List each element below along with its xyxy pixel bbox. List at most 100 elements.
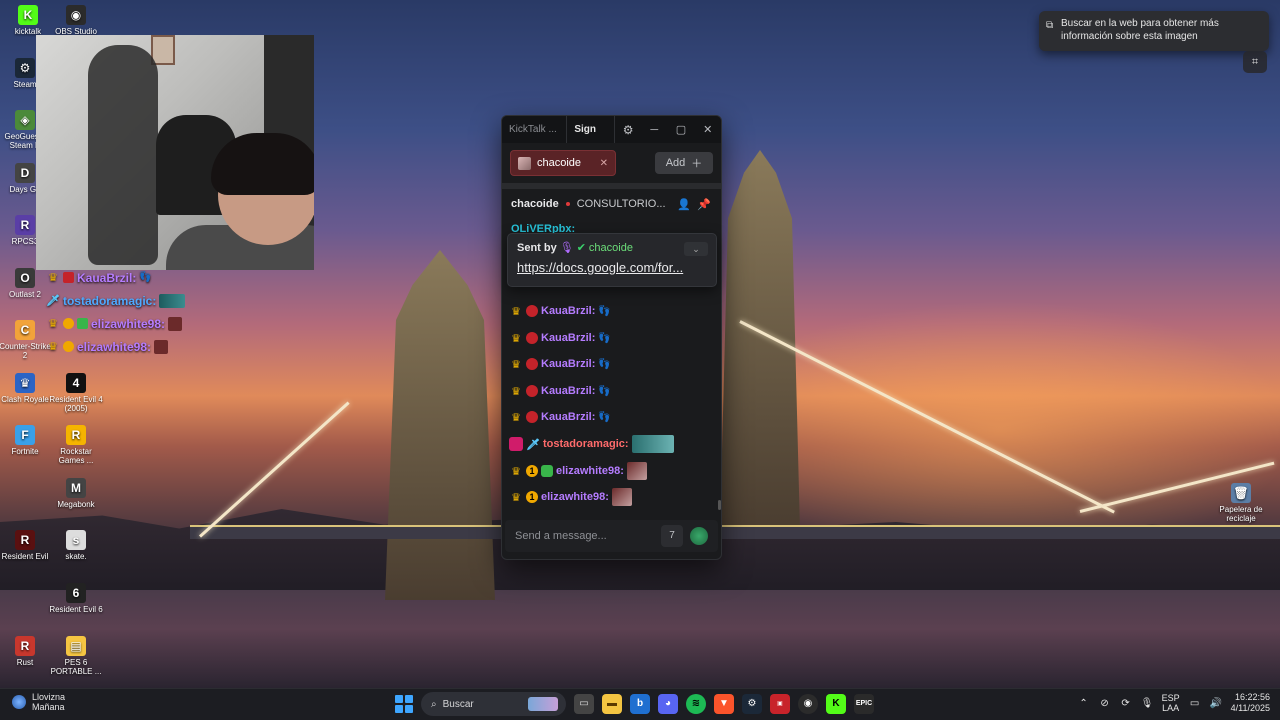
- chat-username[interactable]: elizawhite98:: [541, 491, 609, 503]
- pin-icon[interactable]: 📌: [696, 198, 712, 211]
- message-input[interactable]: Send a message...: [515, 530, 607, 542]
- chat-message[interactable]: ♛ KauaBrzil: 👣: [509, 407, 611, 427]
- discord-icon[interactable]: ◕: [658, 694, 678, 714]
- desktop-icon-label: PES 6 PORTABLE ...: [50, 658, 102, 676]
- app-title: KickTalk ...: [509, 124, 557, 135]
- chat-message[interactable]: ♛ KauaBrzil: 👣: [509, 354, 611, 374]
- taskbar-search-box[interactable]: ⌕ Buscar: [421, 692, 566, 716]
- desktop-icon[interactable]: ♛ Clash Royale: [0, 373, 53, 404]
- chat-username[interactable]: KauaBrzil:: [541, 411, 595, 423]
- desktop-icon[interactable]: R Rockstar Games ...: [48, 425, 104, 465]
- obs-icon[interactable]: ◉: [798, 694, 818, 714]
- app-icon: K: [18, 5, 38, 25]
- desktop-icon[interactable]: 6 Resident Evil 6: [48, 583, 104, 614]
- microphone-icon[interactable]: 🎙: [1141, 698, 1154, 709]
- desktop-icon[interactable]: 🗑 Papelera de reciclaje: [1213, 483, 1269, 523]
- desktop-icon-label: Clash Royale: [1, 395, 49, 404]
- chat-message[interactable]: 🗡 tostadoramagic:: [509, 434, 674, 454]
- desktop-icon-label: Fortnite: [11, 447, 39, 456]
- bing-icon[interactable]: b: [630, 694, 650, 714]
- taskbar-center: ⌕ Buscar ▭ ▬ b ◕ ≋ ▼ ⚙ ▣ ◉ K EPIC: [395, 692, 874, 716]
- hidden-tray-icon[interactable]: ⊘: [1099, 698, 1111, 709]
- add-channel-button[interactable]: Add ＋: [655, 152, 713, 174]
- lang-bottom: LAA: [1162, 703, 1180, 713]
- app-icon: ▤: [66, 636, 86, 656]
- desktop-icon-label: Rockstar Games ...: [58, 447, 94, 465]
- network-icon[interactable]: ▭: [1189, 698, 1201, 709]
- pinned-link[interactable]: https://docs.google.com/for...: [517, 260, 707, 275]
- spotify-icon[interactable]: ≋: [686, 694, 706, 714]
- crown-icon: ♛: [511, 491, 521, 504]
- minimize-icon[interactable]: ─: [641, 124, 668, 136]
- maximize-icon[interactable]: ▢: [668, 123, 695, 136]
- sync-icon[interactable]: ⟳: [1120, 698, 1132, 709]
- desktop-icon[interactable]: M Megabonk: [48, 478, 104, 509]
- settings-gear-icon[interactable]: ⚙: [615, 123, 641, 137]
- chat-username[interactable]: elizawhite98:: [556, 465, 624, 477]
- desktop-icon-label: Outlast 2: [8, 290, 41, 299]
- chat-message[interactable]: ♛ KauaBrzil: 👣: [509, 381, 611, 401]
- lens-scan-icon[interactable]: ⌗: [1243, 51, 1267, 73]
- language-indicator[interactable]: ESP LAA: [1162, 693, 1180, 713]
- desktop-icon[interactable]: R Resident Evil: [0, 530, 53, 561]
- overlay-chat-line: 🗡 tostadoramagic:: [46, 289, 216, 312]
- desktop-icon[interactable]: 4 Resident Evil 4 (2005): [48, 373, 104, 413]
- app-icon: 6: [66, 583, 86, 603]
- chat-scrollbar[interactable]: [718, 500, 721, 510]
- image-emote-icon: [159, 293, 186, 308]
- crown-icon: ♛: [48, 341, 58, 353]
- steam-icon[interactable]: ⚙: [742, 694, 762, 714]
- chat-message[interactable]: ♛ 1 elizawhite98:: [509, 487, 632, 507]
- desktop-icon-label: Resident Evil 4 (2005): [49, 395, 103, 413]
- volume-icon[interactable]: 🔊: [1210, 698, 1222, 709]
- lens-search-tooltip[interactable]: ⧉ Buscar en la web para obtener más info…: [1039, 11, 1269, 51]
- desktop-icon[interactable]: ◉ OBS Studio: [48, 5, 104, 36]
- chat-message[interactable]: ♛ KauaBrzil: 👣: [509, 328, 611, 348]
- chevron-down-icon[interactable]: ⌄: [684, 242, 708, 256]
- search-placeholder: Buscar: [442, 698, 474, 710]
- user-list-icon[interactable]: 👤: [676, 198, 692, 211]
- feet-emote-icon: 👣: [598, 411, 611, 423]
- windows-start-icon[interactable]: [395, 695, 413, 713]
- message-input-bar[interactable]: Send a message... 7: [505, 520, 718, 552]
- desktop-icon[interactable]: R Rust: [0, 636, 53, 667]
- overlay-chat-line: ♛ elizawhite98:: [46, 335, 216, 358]
- desktop-icon[interactable]: s skate.: [48, 530, 104, 561]
- seven-tv-emote-icon[interactable]: 7: [661, 525, 683, 547]
- desktop-icon[interactable]: ▤ PES 6 PORTABLE ...: [48, 636, 104, 676]
- app-icon: M: [66, 478, 86, 498]
- chat-username[interactable]: tostadoramagic:: [543, 438, 629, 450]
- desktop-icon-label: RPCS3: [11, 237, 39, 246]
- app-icon: F: [15, 425, 35, 445]
- chat-username[interactable]: KauaBrzil:: [541, 332, 595, 344]
- search-icon: ⌕: [431, 698, 437, 710]
- file-explorer-icon[interactable]: ▬: [602, 694, 622, 714]
- clock[interactable]: 16:22:56 4/11/2025: [1231, 692, 1270, 714]
- chat-username[interactable]: KauaBrzil:: [541, 305, 595, 317]
- epic-games-icon[interactable]: EPIC: [854, 694, 874, 714]
- chevron-up-icon[interactable]: ⌃: [1078, 698, 1090, 709]
- overlay-username: elizawhite98:: [77, 339, 152, 354]
- kicktalk-icon[interactable]: K: [826, 694, 846, 714]
- pinned-message-card[interactable]: Sent by 🎙 ✔ chacoide ⌄ https://docs.goog…: [507, 233, 717, 287]
- steelseries-icon[interactable]: ▣: [770, 694, 790, 714]
- close-icon[interactable]: ✕: [694, 123, 721, 136]
- tab-chacoide[interactable]: chacoide ✕: [510, 150, 616, 176]
- desktop-icon[interactable]: F Fortnite: [0, 425, 53, 456]
- close-tab-icon[interactable]: ✕: [600, 158, 608, 169]
- image-emote-icon: [626, 462, 647, 480]
- sign-in-button[interactable]: Sign In: [566, 116, 616, 162]
- brave-icon[interactable]: ▼: [714, 694, 734, 714]
- chat-username[interactable]: KauaBrzil:: [541, 358, 595, 370]
- image-emote-icon: [154, 339, 169, 354]
- desktop-icon-label: skate.: [65, 552, 87, 561]
- bot-badge-icon: [77, 318, 88, 329]
- chat-message[interactable]: ♛ 1 elizawhite98:: [509, 461, 647, 481]
- app-icon: D: [15, 163, 35, 183]
- kick-emote-icon[interactable]: [690, 527, 708, 545]
- task-view-icon[interactable]: ▭: [574, 694, 594, 714]
- chat-username[interactable]: KauaBrzil:: [541, 385, 595, 397]
- weather-widget[interactable]: Llovizna Mañana: [12, 692, 65, 712]
- chat-message[interactable]: ♛ KauaBrzil: 👣: [509, 301, 611, 321]
- wallpaper-river: [0, 590, 1280, 688]
